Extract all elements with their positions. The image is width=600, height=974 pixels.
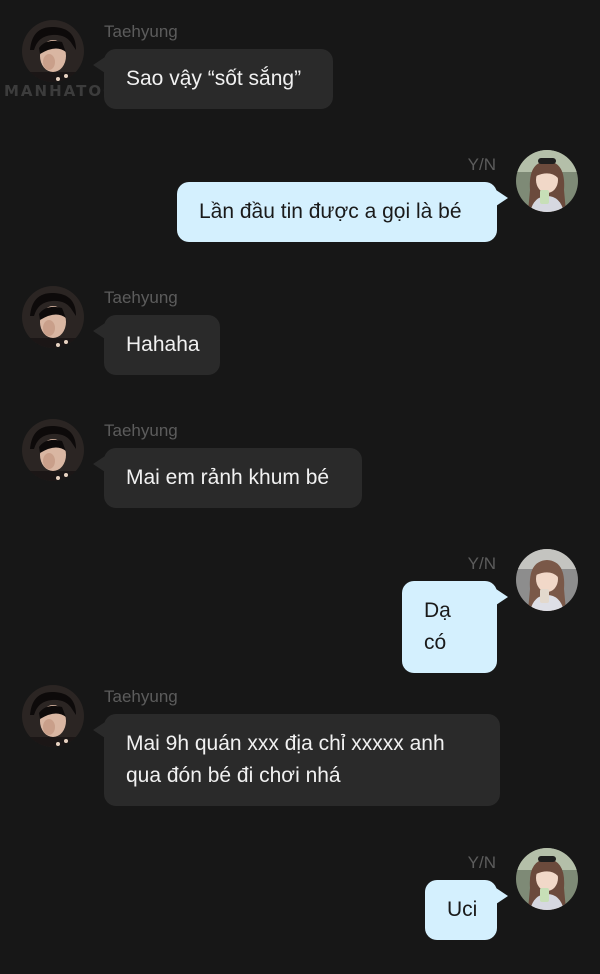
sender-name: Taehyung	[104, 22, 178, 41]
incoming-message-bubble[interactable]: Sao vậy “sốt sắng”	[93, 49, 333, 109]
sender-name: Taehyung	[104, 687, 178, 706]
message-text: Mai em rảnh khum bé	[126, 466, 330, 489]
taehyung-avatar[interactable]	[22, 286, 84, 348]
chat-conversation: MANHATOON Taehyung Sao vậy “sốt sắng” Y/…	[0, 0, 600, 974]
sender-name: Taehyung	[104, 288, 178, 307]
bubble-tail	[496, 589, 508, 605]
taehyung-avatar[interactable]	[22, 419, 84, 481]
taehyung-avatar[interactable]	[22, 685, 84, 747]
yn-avatar[interactable]	[516, 549, 578, 611]
message-text: Hahaha	[126, 333, 200, 356]
yn-avatar-image	[516, 848, 578, 910]
bubble-tail	[496, 190, 508, 206]
message-text: Lần đầu tin được a gọi là bé	[199, 200, 462, 223]
sender-name: Y/N	[467, 155, 496, 174]
taehyung-avatar-image	[22, 419, 84, 481]
message-text: Uci	[447, 898, 478, 921]
message-text: Mai 9h quán xxx địa chỉ xxxxx anh qua đó…	[126, 732, 445, 787]
taehyung-avatar-image	[22, 286, 84, 348]
incoming-message-bubble[interactable]: Mai 9h quán xxx địa chỉ xxxxx anh qua đó…	[93, 714, 500, 806]
bubble-tail	[93, 722, 105, 738]
taehyung-avatar-image	[22, 20, 84, 82]
yn-avatar[interactable]	[516, 848, 578, 910]
sender-name: Taehyung	[104, 421, 178, 440]
bubble-tail	[93, 456, 105, 472]
taehyung-avatar[interactable]	[22, 20, 84, 82]
bubble-tail	[93, 323, 105, 339]
sender-name: Y/N	[467, 554, 496, 573]
incoming-message-bubble[interactable]: Mai em rảnh khum bé	[93, 448, 362, 508]
outgoing-message-bubble[interactable]: Dạ có	[402, 581, 508, 673]
sender-name: Y/N	[467, 853, 496, 872]
message-text: Sao vậy “sốt sắng”	[126, 67, 302, 90]
bubble-tail	[496, 888, 508, 904]
taehyung-avatar-image	[22, 685, 84, 747]
yn-avatar[interactable]	[516, 150, 578, 212]
yn-avatar-image	[516, 549, 578, 611]
yn-avatar-image	[516, 150, 578, 212]
bubble-tail	[93, 57, 105, 73]
message-text: Dạ có	[424, 599, 451, 654]
outgoing-message-bubble[interactable]: Lần đầu tin được a gọi là bé	[177, 182, 508, 242]
incoming-message-bubble[interactable]: Hahaha	[93, 315, 220, 375]
outgoing-message-bubble[interactable]: Uci	[425, 880, 508, 940]
